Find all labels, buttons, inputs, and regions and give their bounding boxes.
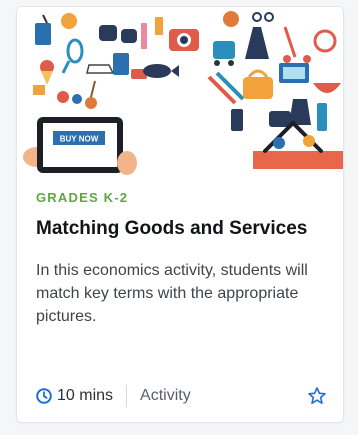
resource-type-label: Activity bbox=[140, 387, 191, 404]
card-illustration: BUY NOW bbox=[17, 7, 343, 177]
buy-now-label: BUY NOW bbox=[60, 135, 99, 144]
resource-card[interactable]: BUY NOW GRADES K-2 Matching Goods and Se… bbox=[16, 6, 344, 423]
grade-level: GRADES K-2 bbox=[36, 190, 129, 205]
card-description: In this economics activity, students wil… bbox=[36, 262, 308, 325]
clock-icon bbox=[36, 388, 52, 404]
tablet-illustration: BUY NOW bbox=[23, 117, 137, 175]
duration-label: 10 mins bbox=[57, 387, 114, 404]
card-title[interactable]: Matching Goods and Services bbox=[36, 217, 331, 241]
shopping-basket-illustration bbox=[253, 121, 343, 169]
footer-divider bbox=[126, 385, 128, 407]
shopping-items-collage bbox=[33, 11, 341, 131]
card-footer: 10 mins Activity bbox=[36, 385, 327, 407]
star-icon[interactable] bbox=[307, 386, 327, 406]
